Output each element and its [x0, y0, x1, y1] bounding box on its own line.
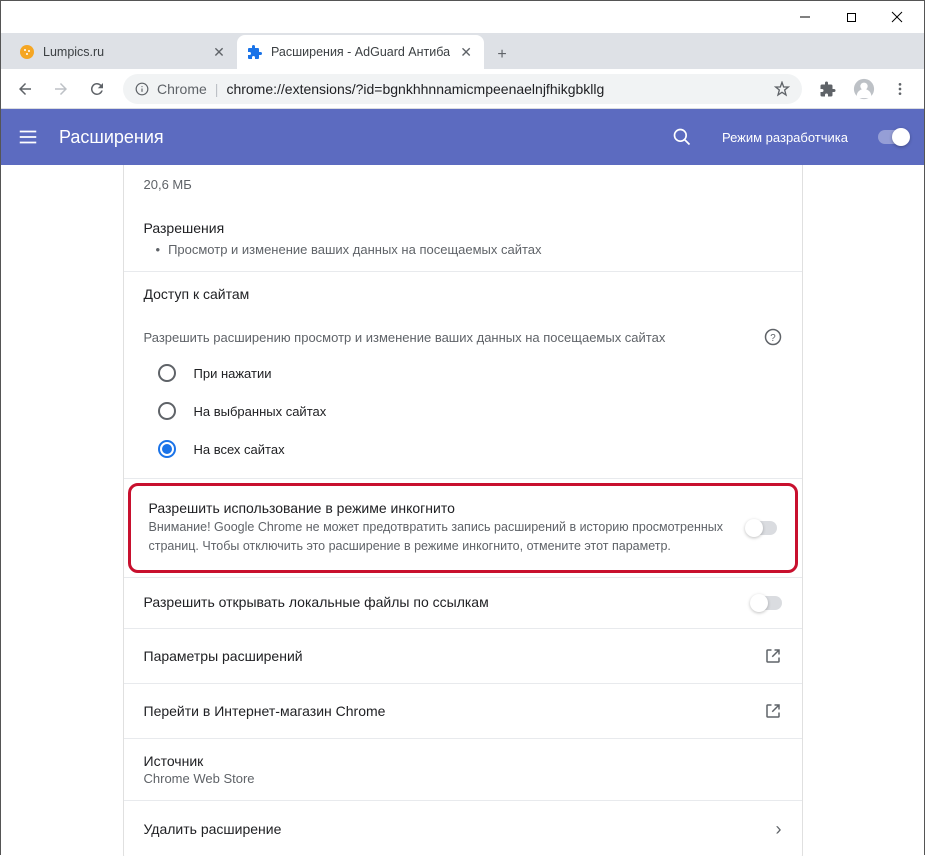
omni-separator: |	[215, 81, 219, 97]
window-close-button[interactable]	[874, 2, 920, 32]
omni-url: chrome://extensions/?id=bgnkhhnnamicmpee…	[226, 81, 604, 97]
back-button[interactable]	[9, 73, 41, 105]
open-external-icon	[764, 702, 782, 720]
incognito-toggle[interactable]	[747, 521, 777, 535]
options-label: Параметры расширений	[144, 648, 764, 664]
page-title: Расширения	[59, 127, 652, 148]
tab-extensions[interactable]: Расширения - AdGuard Антиба ✕	[237, 35, 484, 69]
content-scroll[interactable]: 20,6 МБ Разрешения Просмотр и изменение …	[1, 165, 924, 856]
omni-prefix: Chrome	[157, 81, 207, 97]
profile-avatar-button[interactable]	[848, 73, 880, 105]
help-icon[interactable]: ?	[764, 328, 782, 346]
extensions-menu-button[interactable]	[812, 73, 844, 105]
radio-label: На всех сайтах	[194, 442, 285, 457]
search-icon[interactable]	[672, 127, 692, 147]
file-urls-title: Разрешить открывать локальные файлы по с…	[144, 594, 736, 610]
extension-size: 20,6 МБ	[124, 165, 802, 206]
tab-title: Lumpics.ru	[43, 45, 203, 59]
radio-icon	[158, 364, 176, 382]
site-access-heading: Доступ к сайтам	[144, 286, 782, 302]
extension-detail-card: 20,6 МБ Разрешения Просмотр и изменение …	[123, 165, 803, 856]
radio-icon	[158, 440, 176, 458]
chevron-right-icon: ›	[776, 819, 782, 840]
file-urls-toggle[interactable]	[752, 596, 782, 610]
site-access-subrow: Разрешить расширению просмотр и изменени…	[124, 322, 802, 348]
site-info-icon[interactable]	[135, 82, 149, 96]
reload-button[interactable]	[81, 73, 113, 105]
site-access-subtitle: Разрешить расширению просмотр и изменени…	[144, 330, 764, 345]
source-section: Источник Chrome Web Store	[124, 739, 802, 800]
incognito-toggle-row: Разрешить использование в режиме инкогни…	[128, 483, 798, 573]
tab-title: Расширения - AdGuard Антиба	[271, 45, 450, 59]
bookmark-star-icon[interactable]	[774, 81, 790, 97]
svg-text:?: ?	[770, 333, 776, 344]
webstore-row[interactable]: Перейти в Интернет-магазин Chrome	[124, 684, 802, 738]
extensions-header: Расширения Режим разработчика	[1, 109, 924, 165]
site-access-radio-group: При нажатии На выбранных сайтах На всех …	[124, 348, 802, 478]
window-maximize-button[interactable]	[828, 2, 874, 32]
tab-close-icon[interactable]: ✕	[211, 44, 227, 60]
new-tab-button[interactable]: +	[488, 41, 516, 69]
radio-on-click[interactable]: При нажатии	[144, 354, 782, 392]
developer-mode-toggle[interactable]	[878, 130, 908, 144]
remove-extension-row[interactable]: Удалить расширение ›	[124, 801, 802, 856]
tab-lumpics[interactable]: Lumpics.ru ✕	[9, 35, 237, 69]
permission-item: Просмотр и изменение ваших данных на пос…	[144, 242, 782, 257]
window-minimize-button[interactable]	[782, 2, 828, 32]
hamburger-menu-icon[interactable]	[17, 126, 39, 148]
orange-favicon	[19, 44, 35, 60]
radio-icon	[158, 402, 176, 420]
window-controls	[1, 1, 924, 33]
permissions-section: Разрешения Просмотр и изменение ваших да…	[124, 206, 802, 271]
tab-close-icon[interactable]: ✕	[458, 44, 474, 60]
radio-label: При нажатии	[194, 366, 272, 381]
remove-label: Удалить расширение	[144, 821, 776, 837]
site-access-section: Доступ к сайтам	[124, 272, 802, 322]
radio-label: На выбранных сайтах	[194, 404, 327, 419]
radio-all-sites[interactable]: На всех сайтах	[144, 430, 782, 468]
forward-button[interactable]	[45, 73, 77, 105]
incognito-description: Внимание! Google Chrome не может предотв…	[149, 518, 731, 556]
permissions-heading: Разрешения	[144, 220, 782, 236]
incognito-title: Разрешить использование в режиме инкогни…	[149, 500, 731, 516]
source-heading: Источник	[144, 753, 782, 769]
tab-strip: Lumpics.ru ✕ Расширения - AdGuard Антиба…	[1, 33, 924, 69]
webstore-label: Перейти в Интернет-магазин Chrome	[144, 703, 764, 719]
developer-mode-label: Режим разработчика	[722, 130, 848, 145]
toolbar: Chrome | chrome://extensions/?id=bgnkhhn…	[1, 69, 924, 109]
open-external-icon	[764, 647, 782, 665]
radio-specific-sites[interactable]: На выбранных сайтах	[144, 392, 782, 430]
browser-menu-button[interactable]	[884, 73, 916, 105]
extension-options-row[interactable]: Параметры расширений	[124, 629, 802, 683]
extension-favicon	[247, 44, 263, 60]
source-value: Chrome Web Store	[144, 771, 782, 786]
address-bar[interactable]: Chrome | chrome://extensions/?id=bgnkhhn…	[123, 74, 802, 104]
file-urls-toggle-row: Разрешить открывать локальные файлы по с…	[124, 578, 802, 628]
